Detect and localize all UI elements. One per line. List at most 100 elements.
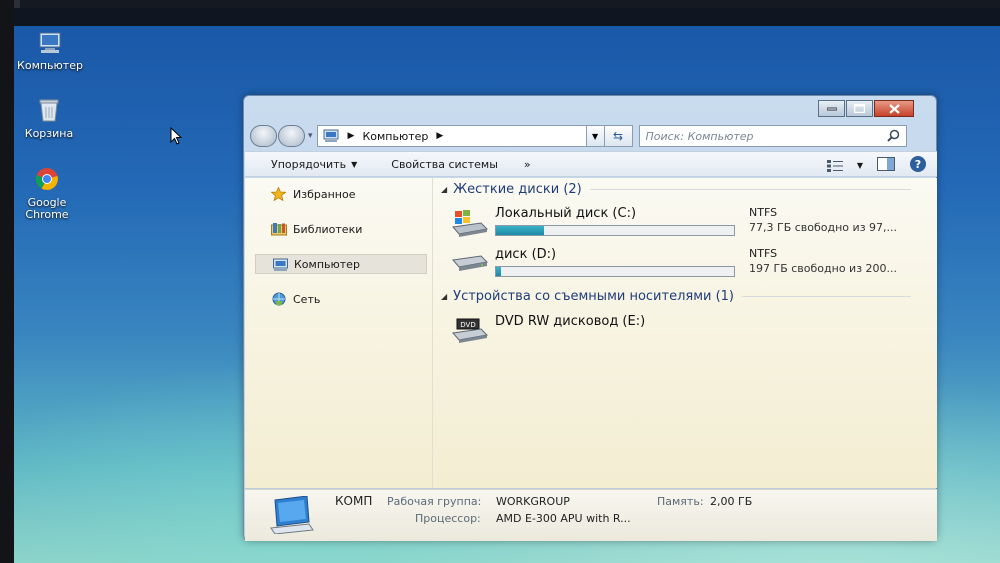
details-pane: КОМП Рабочая группа: WORKGROUP Память: 2… — [245, 489, 937, 541]
processor-label: Процессор: — [415, 512, 481, 525]
more-commands-button[interactable]: » — [514, 158, 541, 171]
content-area: Избранное Библиотеки Компьютер Сеть ◢ Же… — [245, 178, 937, 488]
title-bar[interactable] — [244, 96, 936, 124]
nav-label: Избранное — [293, 187, 356, 201]
nav-item-libraries[interactable]: Библиотеки — [255, 219, 427, 239]
group-header-hard-drives[interactable]: ◢ Жесткие диски (2) — [441, 182, 911, 197]
system-properties-label: Свойства системы — [391, 157, 498, 171]
memory-value: 2,00 ГБ — [710, 495, 753, 508]
organize-label: Упорядочить — [271, 157, 347, 171]
file-pane: ◢ Жесткие диски (2) Локальный диск (C:) … — [435, 178, 935, 488]
preview-pane-icon — [877, 157, 895, 171]
workgroup-label: Рабочая группа: — [387, 495, 482, 508]
view-options-button[interactable]: ▼ — [826, 159, 863, 172]
chrome-icon — [12, 167, 82, 194]
drive-name: DVD RW дисковод (E:) — [495, 314, 646, 329]
group-header-removable[interactable]: ◢ Устройства со съемными носителями (1) — [441, 289, 911, 304]
drive-usage-bar — [495, 266, 735, 277]
desktop-icon-computer[interactable]: Компьютер — [15, 32, 85, 72]
group-title: Устройства со съемными носителями (1) — [453, 289, 735, 304]
computer-icon — [15, 32, 85, 57]
monitor-bezel-left — [0, 0, 14, 563]
command-bar: Упорядочить ▼ Свойства системы » ▼ ? — [245, 151, 937, 177]
back-button[interactable] — [250, 125, 277, 147]
desktop-icon-label: Корзина — [24, 127, 74, 140]
drive-e-dvd[interactable]: DVD DVD RW дисковод (E:) — [451, 314, 921, 350]
svg-text:?: ? — [915, 158, 921, 171]
search-icon[interactable] — [886, 129, 900, 145]
drive-free-space: 197 ГБ свободно из 200... — [749, 262, 898, 275]
computer-icon — [323, 129, 339, 142]
navigation-pane: Избранное Библиотеки Компьютер Сеть — [245, 178, 433, 488]
windows-drive-icon — [452, 210, 489, 237]
preview-pane-button[interactable] — [877, 157, 895, 174]
breadcrumb-computer[interactable]: Компьютер — [362, 130, 428, 143]
nav-item-network[interactable]: Сеть — [255, 289, 427, 309]
forward-button[interactable] — [278, 125, 305, 147]
libraries-icon — [271, 223, 287, 236]
processor-value: AMD E-300 APU with R... — [496, 512, 631, 525]
close-icon — [888, 103, 900, 114]
minimize-icon — [826, 107, 837, 110]
group-divider — [589, 189, 911, 190]
recent-pages-dropdown[interactable]: ▾ — [308, 131, 313, 141]
navigation-bar: ▾ ▶ Компьютер ▶ ▼ ⇆ Поиск: Компьютер — [250, 124, 930, 148]
group-title: Жесткие диски (2) — [453, 182, 582, 197]
chevron-right-icon[interactable]: ▶ — [436, 131, 443, 141]
chevron-down-icon: ▼ — [856, 161, 863, 170]
view-list-icon — [826, 159, 843, 172]
drive-usage-bar — [495, 225, 735, 236]
refresh-button[interactable]: ⇆ — [604, 125, 633, 147]
search-placeholder: Поиск: Компьютер — [645, 129, 754, 143]
star-icon — [271, 187, 286, 201]
mouse-cursor-icon — [170, 126, 183, 149]
explorer-window: ▾ ▶ Компьютер ▶ ▼ ⇆ Поиск: Компьютер Упо… — [243, 95, 937, 541]
collapse-icon: ◢ — [441, 185, 448, 194]
maximize-icon — [854, 104, 865, 113]
memory-label: Память: — [657, 495, 704, 508]
help-button[interactable]: ? — [909, 155, 927, 176]
address-dropdown-button[interactable]: ▼ — [586, 125, 605, 147]
search-input[interactable]: Поиск: Компьютер — [638, 125, 907, 147]
drive-c[interactable]: Локальный диск (C:) NTFS 77,3 ГБ свободн… — [451, 206, 921, 242]
desktop-icon-label-line2: Chrome — [25, 208, 69, 221]
system-properties-button[interactable]: Свойства системы — [381, 158, 508, 171]
drive-name: Локальный диск (C:) — [495, 206, 637, 221]
network-icon — [272, 292, 286, 306]
help-icon: ? — [910, 156, 926, 172]
svg-text:DVD: DVD — [460, 321, 475, 329]
drive-usage-fill — [496, 267, 501, 276]
address-bar[interactable]: ▶ Компьютер ▶ — [316, 125, 587, 147]
nav-label: Сеть — [293, 292, 321, 306]
minimize-button[interactable] — [818, 100, 845, 117]
desktop-icon-google-chrome[interactable]: Google Chrome — [12, 167, 82, 221]
computer-large-icon — [270, 496, 314, 534]
chevron-down-icon: ▼ — [351, 159, 358, 169]
recycle-bin-icon — [14, 98, 84, 125]
chevron-right-icon[interactable]: ▶ — [348, 131, 355, 141]
nav-label: Компьютер — [294, 257, 360, 271]
computer-icon — [273, 258, 288, 271]
computer-name: КОМП — [335, 494, 373, 508]
more-commands-label: » — [523, 157, 531, 171]
nav-item-favorites[interactable]: Избранное — [255, 184, 427, 204]
refresh-icon: ⇆ — [613, 129, 624, 143]
hard-drive-icon — [452, 255, 489, 271]
desktop-icon-label: Компьютер — [17, 59, 83, 72]
nav-item-computer[interactable]: Компьютер — [255, 254, 427, 274]
workgroup-value: WORKGROUP — [496, 495, 570, 508]
drive-d[interactable]: диск (D:) NTFS 197 ГБ свободно из 200... — [451, 247, 921, 283]
collapse-icon: ◢ — [441, 292, 448, 301]
drive-free-space: 77,3 ГБ свободно из 97,... — [749, 221, 898, 234]
maximize-button[interactable] — [846, 100, 873, 117]
desktop-icon-recycle-bin[interactable]: Корзина — [14, 98, 84, 140]
group-divider — [742, 296, 911, 297]
nav-label: Библиотеки — [293, 222, 363, 236]
drive-filesystem: NTFS — [749, 206, 778, 219]
drive-usage-fill — [496, 226, 544, 235]
drive-name: диск (D:) — [495, 247, 557, 262]
organize-button[interactable]: Упорядочить ▼ — [261, 158, 367, 171]
dvd-drive-icon: DVD — [452, 318, 489, 343]
close-button[interactable] — [874, 100, 914, 117]
drive-filesystem: NTFS — [749, 247, 778, 260]
